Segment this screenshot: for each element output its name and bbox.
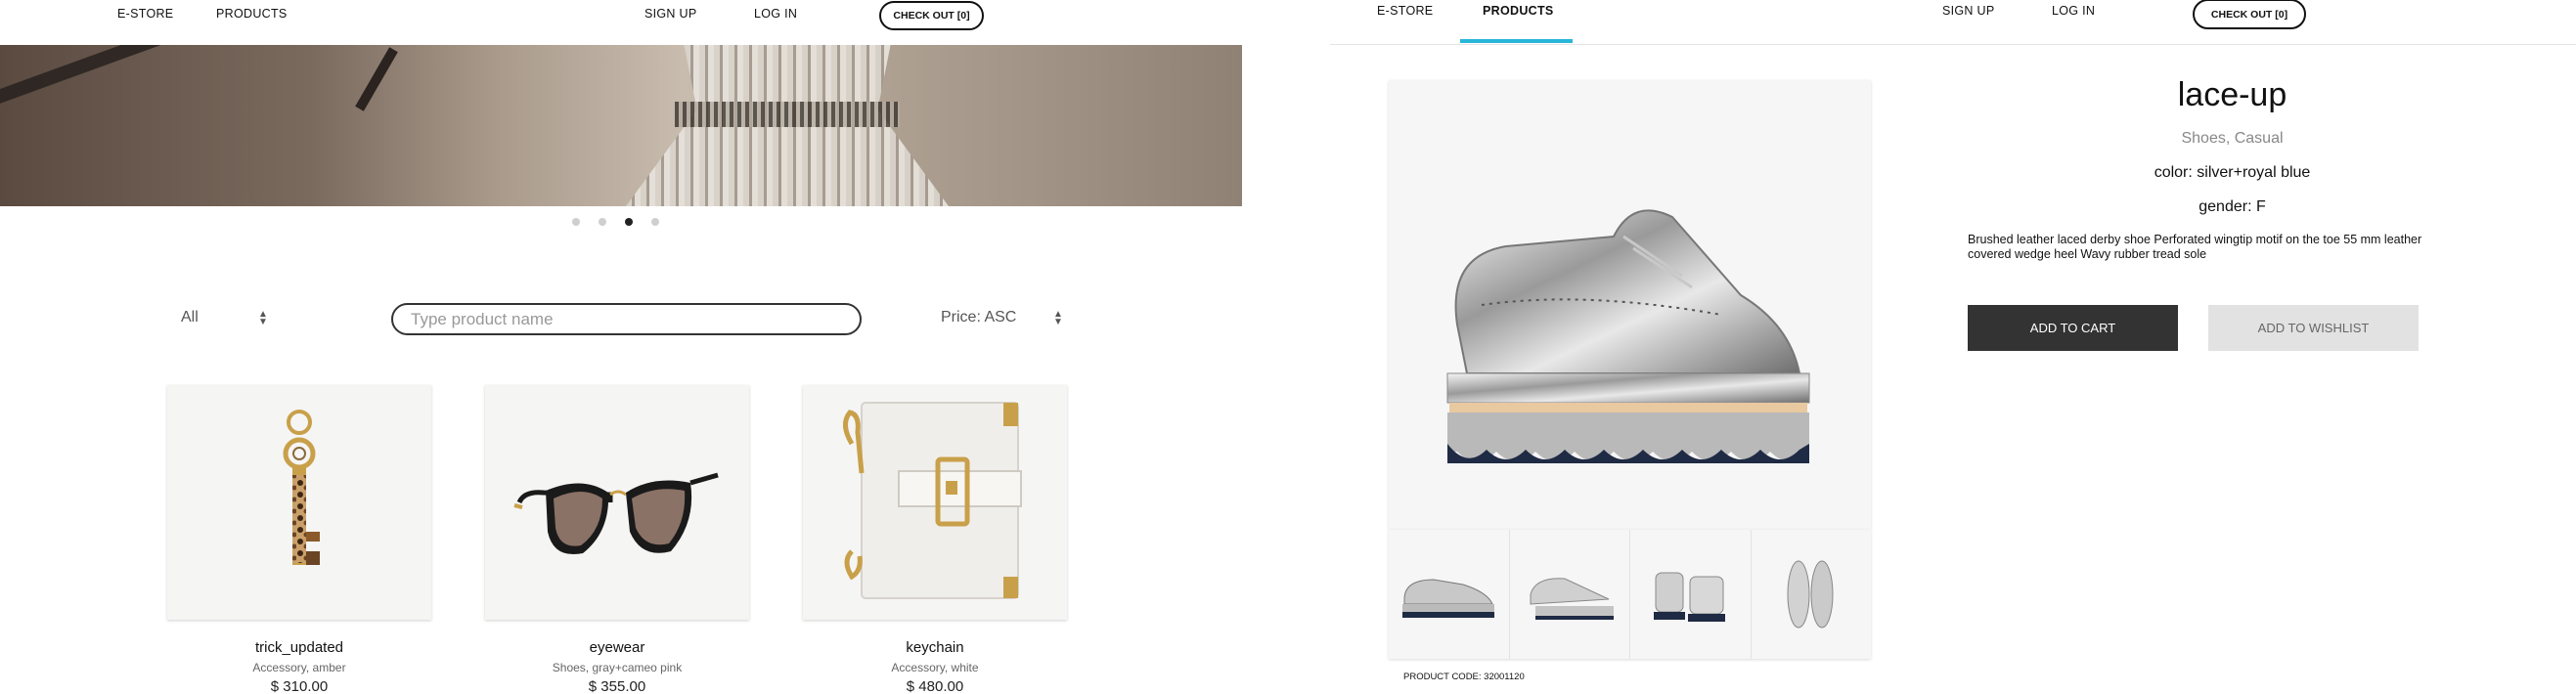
top-nav: E-STORE PRODUCTS SIGN UP LOG IN CHECK OU… xyxy=(0,0,1242,45)
product-card[interactable]: eyewear Shoes, gray+cameo pink $ 355.00 xyxy=(485,385,749,694)
hero-banner-image xyxy=(0,45,1242,206)
shoe-thumbnail-icon xyxy=(1530,578,1614,620)
checkout-button[interactable]: CHECK OUT [0] xyxy=(2193,0,2306,29)
product-code: PRODUCT CODE: 32001120 xyxy=(1403,672,1525,682)
add-to-wishlist-button[interactable]: ADD TO WISHLIST xyxy=(2208,305,2419,351)
shoe-thumbnail-icon xyxy=(1787,560,1834,629)
select-arrows-icon: ▲ ▼ xyxy=(258,309,268,327)
thumbnail-1[interactable] xyxy=(1389,530,1510,659)
product-image[interactable] xyxy=(167,385,431,620)
sunglasses-icon xyxy=(513,472,719,555)
shoe-thumbnail-icon xyxy=(1402,579,1495,618)
product-description: Brushed leather laced derby shoe Perfora… xyxy=(1968,233,2422,261)
thumbnail-2[interactable] xyxy=(1510,530,1630,659)
carousel-dots xyxy=(572,218,659,226)
product-name[interactable]: eyewear xyxy=(485,639,749,656)
product-price: $ 355.00 xyxy=(588,678,646,694)
checkout-button[interactable]: CHECK OUT [0] xyxy=(879,1,984,30)
carousel-dot-active[interactable] xyxy=(625,218,633,226)
select-arrows-icon: ▲ ▼ xyxy=(1053,309,1063,327)
product-card[interactable]: keychain Accessory, white $ 480.00 xyxy=(803,385,1067,694)
thumbnail-4[interactable] xyxy=(1752,530,1872,659)
nav-signup-link[interactable]: SIGN UP xyxy=(644,7,697,21)
product-detail-view: E-STORE PRODUCTS SIGN UP LOG IN CHECK OU… xyxy=(1330,0,2576,694)
shoe-thumbnail-icon xyxy=(1654,572,1726,622)
active-tab-indicator xyxy=(1460,39,1573,43)
product-image[interactable] xyxy=(485,385,749,620)
silver-shoe-icon xyxy=(1446,209,1810,463)
search-input[interactable] xyxy=(391,303,862,335)
product-price: $ 310.00 xyxy=(270,678,329,694)
product-subtitle: Shoes, gray+cameo pink xyxy=(552,661,683,674)
product-category: Shoes, Casual xyxy=(2181,130,2284,147)
nav-login-link[interactable]: LOG IN xyxy=(2052,4,2095,18)
product-title: lace-up xyxy=(2177,76,2287,113)
add-to-cart-button[interactable]: ADD TO CART xyxy=(1968,305,2178,351)
carousel-dot[interactable] xyxy=(599,218,606,226)
nav-products-link[interactable]: PRODUCTS xyxy=(216,7,288,21)
white-bag-icon xyxy=(843,402,1022,599)
store-listing-view: E-STORE PRODUCTS SIGN UP LOG IN CHECK OU… xyxy=(0,0,1242,694)
top-nav: E-STORE PRODUCTS SIGN UP LOG IN CHECK OU… xyxy=(1330,0,2576,45)
category-select[interactable]: All xyxy=(181,309,199,326)
sort-select[interactable]: Price: ASC xyxy=(941,309,1016,326)
product-name[interactable]: keychain xyxy=(803,639,1067,656)
product-main-image xyxy=(1389,80,1871,530)
thumbnail-3[interactable] xyxy=(1630,530,1752,659)
nav-products-link[interactable]: PRODUCTS xyxy=(1483,4,1554,18)
product-gender: gender: F xyxy=(2198,198,2266,215)
product-name[interactable]: trick_updated xyxy=(167,639,431,656)
product-color: color: silver+royal blue xyxy=(2154,164,2311,181)
page: E-STORE PRODUCTS SIGN UP LOG IN CHECK OU… xyxy=(0,0,2576,694)
product-subtitle: Accessory, white xyxy=(891,661,979,674)
product-price: $ 480.00 xyxy=(906,678,964,694)
nav-estore-link[interactable]: E-STORE xyxy=(1377,4,1433,18)
carousel-dot[interactable] xyxy=(572,218,580,226)
product-image[interactable] xyxy=(803,385,1067,620)
carousel-dot[interactable] xyxy=(651,218,659,226)
product-card[interactable]: trick_updated Accessory, amber $ 310.00 xyxy=(167,385,431,694)
nav-estore-link[interactable]: E-STORE xyxy=(117,7,173,21)
nav-signup-link[interactable]: SIGN UP xyxy=(1942,4,1995,18)
product-subtitle: Accessory, amber xyxy=(252,661,346,674)
thumbnail-strip xyxy=(1389,530,1871,659)
key-charm-icon xyxy=(283,410,320,565)
nav-login-link[interactable]: LOG IN xyxy=(754,7,797,21)
